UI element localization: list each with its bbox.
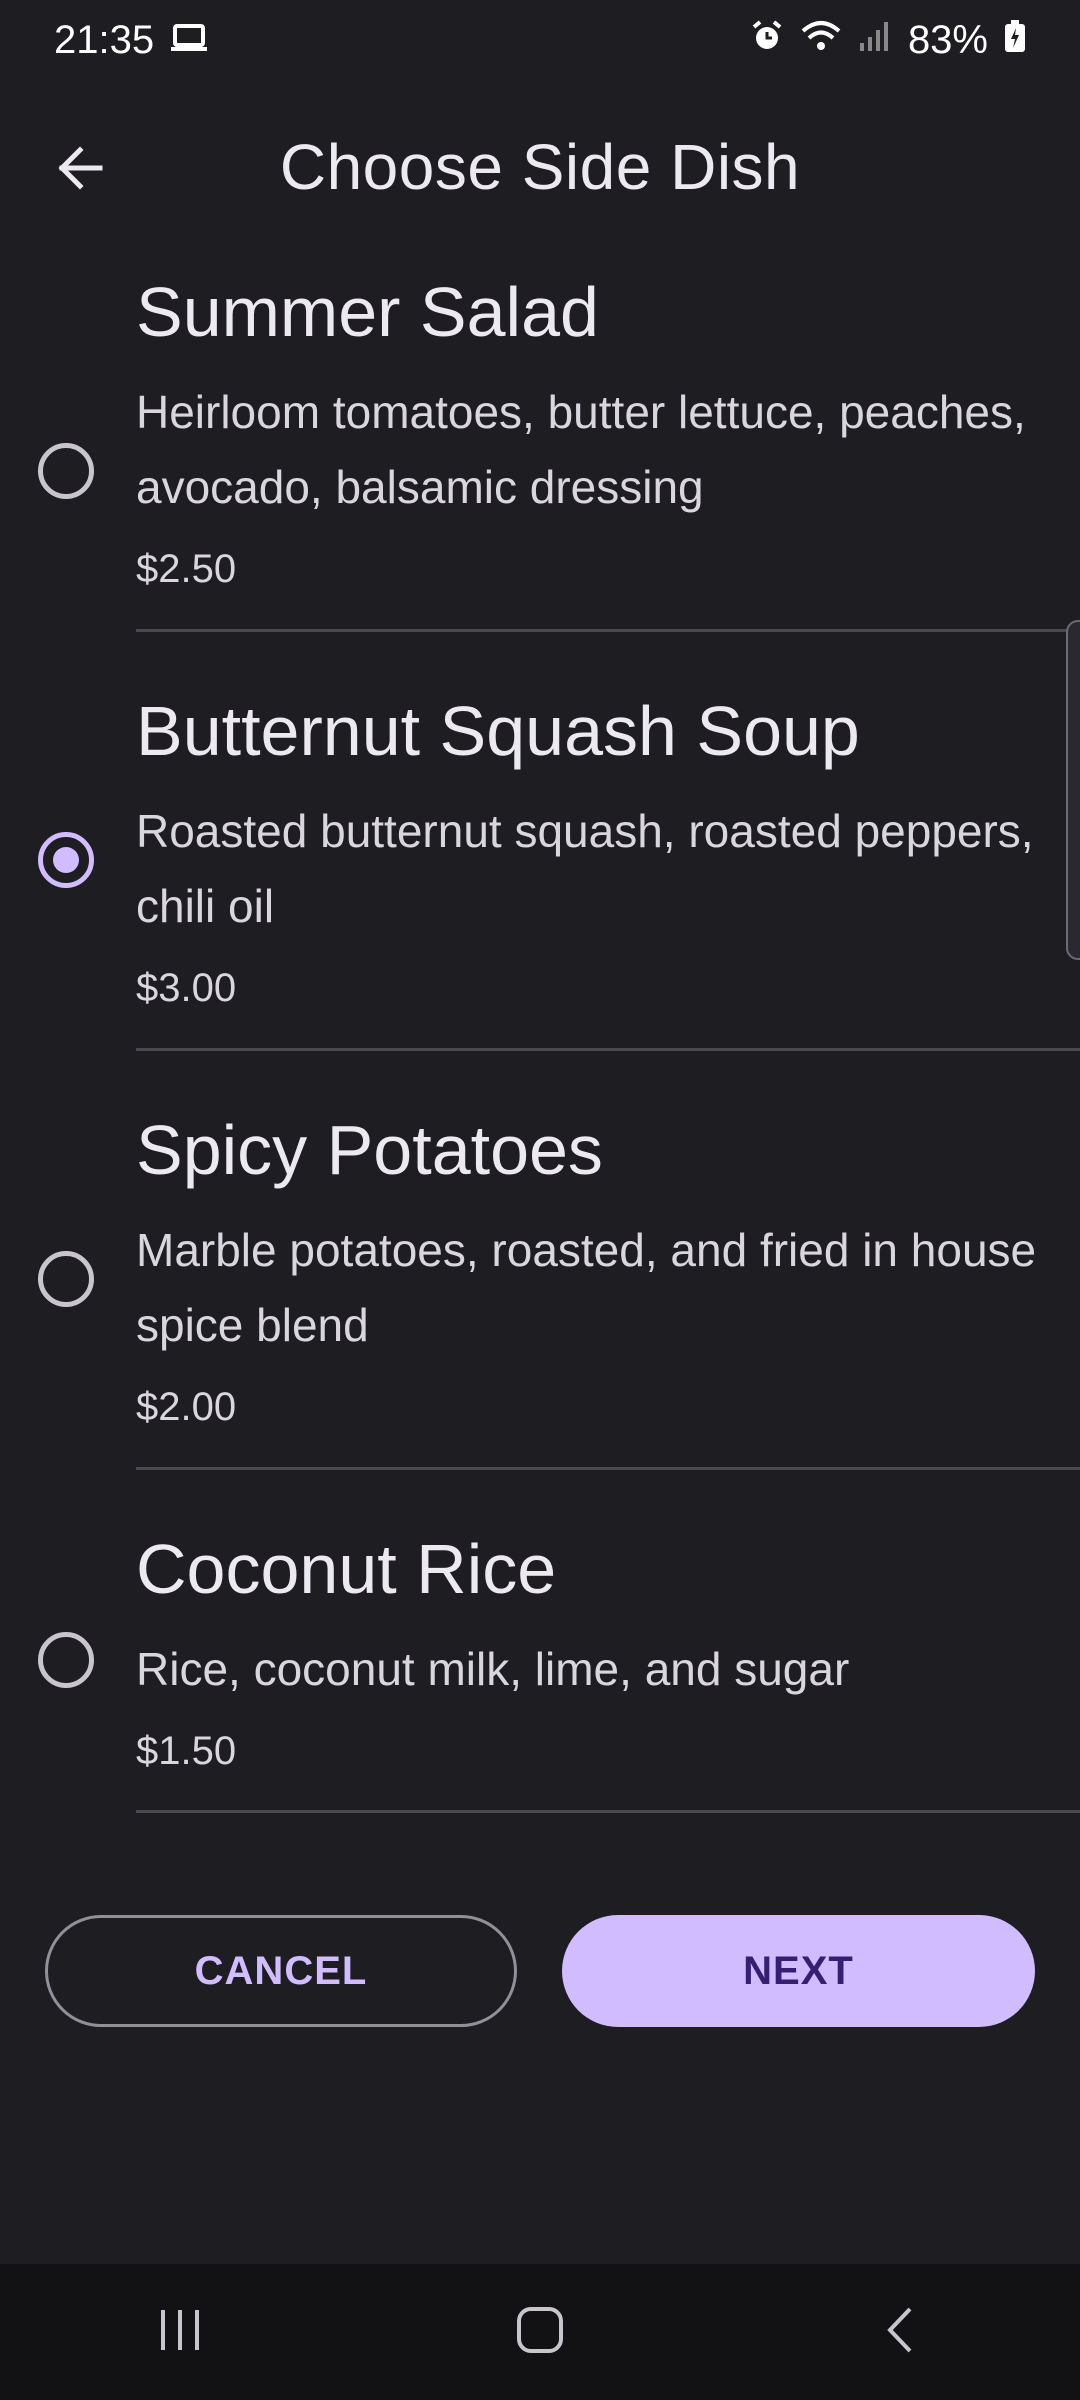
system-nav-bar	[0, 2264, 1080, 2400]
home-button[interactable]	[480, 2282, 600, 2382]
status-bar: 21:35 83%	[0, 0, 1080, 80]
radio-button[interactable]	[38, 1632, 94, 1688]
alarm-icon	[750, 18, 784, 63]
list-item[interactable]: Spicy Potatoes Marble potatoes, roasted,…	[0, 1051, 1080, 1470]
list-item[interactable]: Butternut Squash Soup Roasted butternut …	[0, 632, 1080, 1051]
item-price: $2.50	[136, 547, 237, 591]
app-bar: Choose Side Dish	[0, 100, 1080, 245]
item-body: Summer Salad Heirloom tomatoes, butter l…	[136, 277, 1040, 592]
item-body: Spicy Potatoes Marble potatoes, roasted,…	[136, 1115, 1040, 1430]
item-description: Heirloom tomatoes, butter lettuce, peach…	[136, 386, 1026, 513]
list-item[interactable]: Summer Salad Heirloom tomatoes, butter l…	[0, 245, 1080, 632]
item-description: Marble potatoes, roasted, and fried in h…	[136, 1224, 1037, 1351]
laptop-icon	[170, 18, 208, 63]
radio-button[interactable]	[38, 443, 94, 499]
item-description: Rice, coconut milk, lime, and sugar	[136, 1643, 850, 1695]
divider	[136, 1810, 1080, 1813]
home-icon	[515, 2305, 565, 2360]
radio-button[interactable]	[38, 1251, 94, 1307]
next-button[interactable]: NEXT	[562, 1915, 1035, 2027]
status-time: 21:35	[54, 17, 155, 62]
recent-apps-button[interactable]	[120, 2282, 240, 2382]
recent-apps-icon	[155, 2307, 205, 2358]
status-right: 83%	[750, 18, 1026, 63]
item-description: Roasted butternut squash, roasted pepper…	[136, 805, 1034, 932]
battery-percent: 83%	[907, 17, 988, 62]
item-name: Summer Salad	[136, 273, 599, 351]
item-name: Coconut Rice	[136, 1530, 557, 1608]
battery-icon	[1004, 18, 1026, 63]
list-item[interactable]: Coconut Rice Rice, coconut milk, lime, a…	[0, 1470, 1080, 1813]
item-body: Coconut Rice Rice, coconut milk, lime, a…	[136, 1534, 1040, 1774]
cancel-button[interactable]: CANCEL	[45, 1915, 517, 2027]
page-title: Choose Side Dish	[279, 131, 801, 203]
item-name: Butternut Squash Soup	[136, 692, 860, 770]
signal-icon	[858, 18, 892, 63]
item-price: $3.00	[136, 966, 237, 1010]
radio-button-selected[interactable]	[38, 832, 94, 888]
wifi-icon	[800, 18, 842, 63]
item-name: Spicy Potatoes	[136, 1111, 603, 1189]
item-body: Butternut Squash Soup Roasted butternut …	[136, 696, 1040, 1011]
back-icon	[880, 2305, 920, 2360]
item-price: $1.50	[136, 1729, 237, 1773]
scrollbar-thumb[interactable]	[1066, 620, 1080, 960]
item-price: $2.00	[136, 1385, 237, 1429]
nav-back-button[interactable]	[840, 2282, 960, 2382]
status-left: 21:35	[54, 18, 208, 63]
